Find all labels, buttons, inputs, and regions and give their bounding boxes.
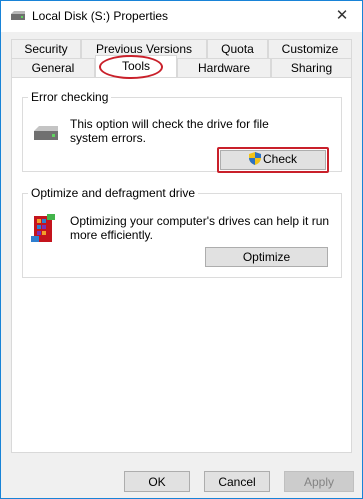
apply-button[interactable]: Apply: [284, 471, 354, 492]
optimize-title: Optimize and defragment drive: [31, 186, 196, 200]
uac-shield-icon: [248, 152, 261, 168]
tab-tools[interactable]: Tools: [95, 55, 177, 77]
tab-security[interactable]: Security: [11, 39, 81, 58]
close-button[interactable]: ✕: [330, 6, 354, 26]
check-button[interactable]: Check: [220, 150, 326, 170]
optimize-description-line1: Optimizing your computer's drives can he…: [70, 214, 330, 228]
tab-sharing[interactable]: Sharing: [271, 58, 352, 77]
ok-button[interactable]: OK: [124, 471, 190, 492]
drive-icon: [10, 10, 26, 22]
tab-strip: Security Previous Versions Quota Customi…: [11, 39, 352, 79]
error-checking-title: Error checking: [31, 90, 109, 104]
properties-window: Local Disk (S:) Properties ✕ Security Pr…: [0, 0, 363, 499]
error-checking-description-line1: This option will check the drive for fil…: [70, 117, 269, 131]
error-checking-description-line2: system errors.: [70, 131, 147, 145]
title-bar: Local Disk (S:) Properties ✕: [1, 1, 362, 32]
defrag-icon: [31, 210, 57, 247]
tab-general[interactable]: General: [11, 58, 95, 77]
window-title: Local Disk (S:) Properties: [32, 9, 169, 23]
optimize-description-line2: more efficiently.: [70, 228, 153, 242]
check-button-label: Check: [262, 152, 297, 166]
tab-hardware[interactable]: Hardware: [177, 58, 271, 77]
tools-panel: Error checking This option will check th…: [11, 77, 352, 453]
tab-quota[interactable]: Quota: [207, 39, 268, 58]
tab-customize[interactable]: Customize: [268, 39, 352, 58]
cancel-button[interactable]: Cancel: [204, 471, 270, 492]
optimize-button[interactable]: Optimize: [205, 247, 328, 267]
drive-icon: [32, 124, 60, 145]
